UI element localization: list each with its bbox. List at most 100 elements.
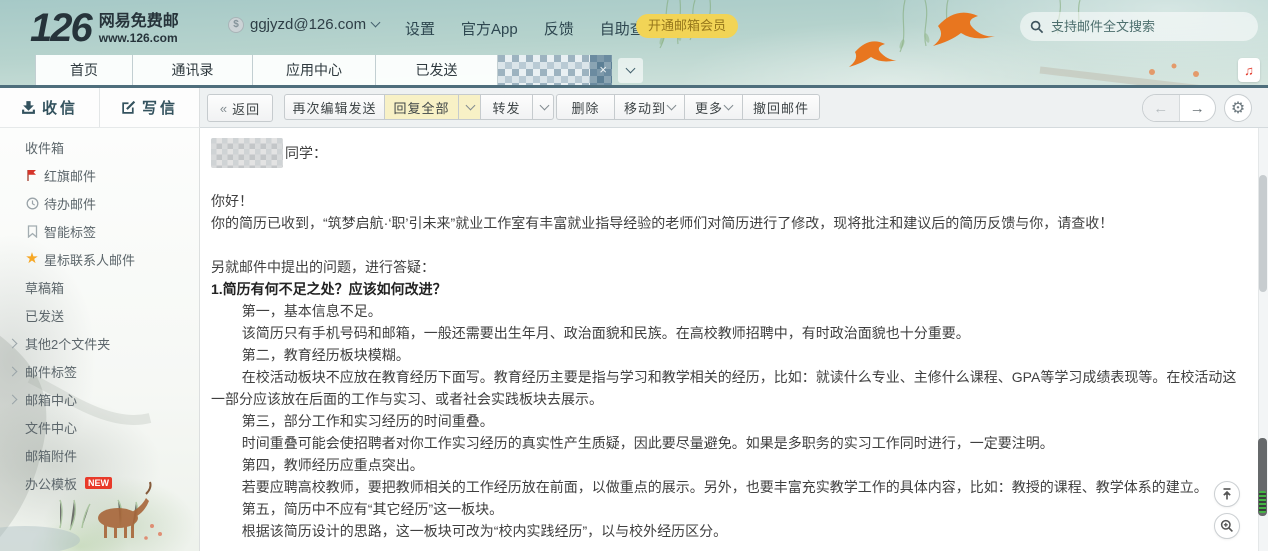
sidebar-item-todo[interactable]: 待办邮件 — [0, 189, 200, 217]
sidebar-item-smart-tags[interactable]: 智能标签 — [0, 217, 200, 245]
sidebar-item-label: 邮箱附件 — [25, 446, 77, 465]
sidebar-item-label: 邮箱中心 — [25, 390, 77, 409]
recall-mail-button[interactable]: 撤回邮件 — [742, 94, 820, 120]
feedback-link[interactable]: 反馈 — [544, 18, 574, 39]
mail-line: 你好！ — [211, 190, 1246, 212]
receive-mail-button[interactable]: 收信 — [0, 88, 99, 127]
logo: 126 网易免费邮 www.126.com — [30, 6, 179, 50]
manage-group: 删除 移动到 更多 撤回邮件 — [556, 94, 820, 122]
search-box[interactable] — [1020, 12, 1258, 41]
mail-line: 第一，基本信息不足。 — [211, 300, 1246, 322]
sidebar-item-label: 星标联系人邮件 — [44, 250, 135, 269]
mail-line: 若要应聘高校教师，要把教师相关的工作经历放在前面，以做重点的展示。另外，也要丰富… — [211, 476, 1246, 498]
mail-line: 第三，部分工作和实习经历的时间重叠。 — [211, 410, 1246, 432]
sidebar-item-label: 收件箱 — [25, 138, 64, 157]
tab-app-center[interactable]: 应用中心 — [253, 55, 376, 85]
reply-group: 再次编辑发送 回复全部 转发 — [284, 94, 554, 122]
edit-resend-button[interactable]: 再次编辑发送 — [284, 94, 384, 120]
page-scrollbar-thumb[interactable] — [1258, 438, 1267, 516]
sidebar-item-sent[interactable]: 已发送 — [0, 301, 200, 329]
content-scrollbar-thumb[interactable] — [1259, 175, 1267, 292]
reply-all-dropdown[interactable] — [458, 94, 480, 120]
sidebar-item-starred-contacts[interactable]: ★ 星标联系人邮件 — [0, 245, 200, 273]
zoom-in-button[interactable] — [1214, 513, 1240, 539]
prev-mail-button[interactable]: ← — [1143, 95, 1180, 121]
more-label: 更多 — [695, 98, 723, 117]
vip-upgrade-badge[interactable]: 开通邮箱会员 — [636, 14, 738, 38]
compose-mail-label: 写信 — [142, 97, 178, 118]
zoom-in-icon — [1220, 519, 1234, 533]
mail-line: 第二，教育经历板块模糊。 — [211, 344, 1246, 366]
mail-app: 126 网易免费邮 www.126.com $ ggjyzd@126.com 设… — [0, 0, 1268, 551]
logo-brand: 网易免费邮 — [99, 12, 179, 31]
blurred-recipient-name — [211, 138, 283, 168]
greeting-suffix: 同学： — [285, 145, 327, 161]
chevron-down-icon — [724, 100, 734, 110]
move-to-button[interactable]: 移动到 — [614, 94, 684, 120]
account-menu[interactable]: $ ggjyzd@126.com — [228, 16, 379, 33]
sidebar-item-file-center[interactable]: 文件中心 — [0, 413, 200, 441]
mail-body: 同学： 你好！ 你的简历已收到，“筑梦启航·‘职’引未来”就业工作室有丰富就业指… — [200, 128, 1258, 551]
scroll-to-top-button[interactable] — [1214, 481, 1240, 507]
tab-home[interactable]: 首页 — [35, 55, 133, 85]
close-icon[interactable]: × — [599, 62, 607, 78]
sidebar-item-other-folders[interactable]: 其他2个文件夹 — [0, 329, 200, 357]
sidebar-item-drafts[interactable]: 草稿箱 — [0, 273, 200, 301]
sidebar-item-attachments[interactable]: 邮箱附件 — [0, 441, 200, 469]
sidebar-top: 收信 写信 — [0, 88, 200, 128]
chevron-right-icon[interactable] — [8, 394, 18, 404]
forward-dropdown[interactable] — [532, 94, 554, 120]
bookmark-icon — [25, 224, 39, 238]
next-mail-button[interactable]: → — [1180, 95, 1216, 121]
settings-link[interactable]: 设置 — [405, 18, 435, 39]
mail-line: 根据该简历设计的思路，这一板块可改为“校内实践经历”，以与校外经历区分。 — [211, 520, 1246, 542]
compose-mail-button[interactable]: 写信 — [99, 88, 199, 127]
sidebar-item-label: 其他2个文件夹 — [25, 334, 110, 353]
tab-bar: 首页 通讯录 应用中心 已发送 × — [0, 55, 1268, 88]
forward-button[interactable]: 转发 — [480, 94, 532, 120]
chevron-right-icon[interactable] — [8, 366, 18, 376]
folder-sidebar: 收件箱 红旗邮件 待办邮件 智能标签 ★ 星标联系人邮件 草稿箱 — [0, 128, 200, 551]
action-row: 收信 写信 « 返回 再次编辑发送 回复全部 转发 — [0, 88, 1268, 128]
mail-line: 在校活动板块不应放在教育经历下面写。教育经历主要是指与学习和教学相关的经历，比如… — [211, 366, 1246, 410]
back-icon: « — [220, 101, 228, 116]
star-icon: ★ — [25, 252, 39, 266]
tab-active-blurred[interactable]: × — [498, 55, 612, 85]
receive-mail-label: 收信 — [42, 97, 78, 118]
scroll-to-top-icon — [1220, 487, 1234, 501]
sidebar-item-label: 草稿箱 — [25, 278, 64, 297]
back-button[interactable]: « 返回 — [207, 94, 273, 122]
account-email: ggjyzd@126.com — [250, 16, 366, 33]
official-app-link[interactable]: 官方App — [461, 18, 518, 39]
chevron-right-icon[interactable] — [8, 338, 18, 348]
clock-icon — [25, 196, 39, 210]
sidebar-item-label: 办公模板 — [25, 474, 77, 493]
delete-button[interactable]: 删除 — [556, 94, 614, 120]
chevron-down-icon — [371, 18, 381, 28]
more-button[interactable]: 更多 — [684, 94, 742, 120]
sidebar-item-office-templates[interactable]: 办公模板 NEW — [0, 469, 200, 497]
search-input[interactable] — [1051, 19, 1231, 34]
chevron-down-icon — [667, 100, 677, 110]
prev-next-pill: ← → — [1142, 94, 1216, 122]
mail-toolbar: « 返回 再次编辑发送 回复全部 转发 删除 移动到 更多 撤回邮件 — [200, 88, 1268, 128]
sidebar-item-label: 待办邮件 — [44, 194, 96, 213]
sidebar-item-label: 已发送 — [25, 306, 64, 325]
gear-icon[interactable]: ⚙ — [1224, 94, 1252, 122]
sidebar-item-label: 邮件标签 — [25, 362, 77, 381]
reply-all-button[interactable]: 回复全部 — [384, 94, 458, 120]
sidebar-item-mail-center[interactable]: 邮箱中心 — [0, 385, 200, 413]
sidebar-item-mail-tags[interactable]: 邮件标签 — [0, 357, 200, 385]
receive-mail-icon — [21, 100, 36, 115]
mail-line: 该简历只有手机号码和邮箱，一般还需要出生年月、政治面貌和民族。在高校教师招聘中，… — [211, 322, 1246, 344]
chevron-down-icon — [466, 100, 476, 110]
top-menu: 设置 官方App 反馈 自助查询 — [405, 18, 660, 39]
mail-greeting: 同学： — [211, 138, 1246, 168]
sidebar-item-flagged[interactable]: 红旗邮件 — [0, 161, 200, 189]
scrollbar-stripes-decoration — [1259, 491, 1266, 513]
coin-icon: $ — [228, 17, 244, 33]
tab-contacts[interactable]: 通讯录 — [133, 55, 253, 85]
sidebar-item-inbox[interactable]: 收件箱 — [0, 133, 200, 161]
tab-list-dropdown[interactable] — [618, 58, 643, 83]
tab-sent[interactable]: 已发送 — [376, 55, 498, 85]
